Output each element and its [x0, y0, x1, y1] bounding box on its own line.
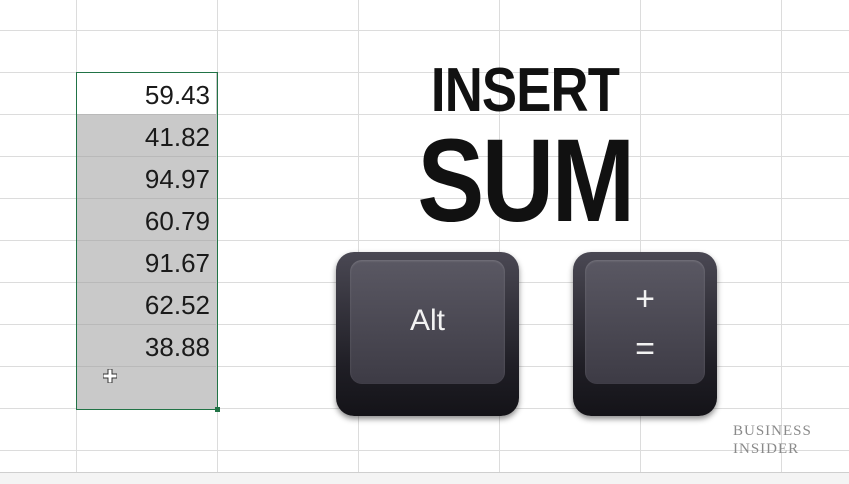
cell-row-6[interactable]: 62.52: [77, 283, 216, 325]
plus-equals-key-top: + =: [585, 260, 705, 384]
alt-key: Alt: [336, 252, 519, 416]
cell-row-3[interactable]: 94.97: [77, 157, 216, 199]
cell-row-5[interactable]: 91.67: [77, 241, 216, 283]
sheet-bottom-edge: [0, 472, 849, 484]
cell-row-1[interactable]: 59.43: [77, 73, 216, 115]
title-sum: SUM: [417, 115, 635, 247]
plus-equals-key: + =: [573, 252, 717, 416]
alt-key-label: Alt: [409, 304, 445, 337]
cell-value: 60.79: [144, 206, 210, 236]
cell-row-7[interactable]: 38.88: [77, 325, 216, 367]
cell-value: 94.97: [144, 164, 210, 194]
cell-row-8[interactable]: [77, 367, 216, 409]
alt-key-top: Alt: [350, 260, 505, 384]
cell-cursor-icon: [103, 369, 117, 383]
cell-value: 38.88: [144, 332, 210, 362]
plus-key-label: +: [635, 280, 655, 318]
selected-range[interactable]: 59.43 41.82 94.97 60.79 91.67 62.52 38.8…: [76, 72, 218, 410]
business-insider-logo: BUSINESS INSIDER: [733, 422, 823, 458]
cell-value: 91.67: [144, 248, 210, 278]
cell-value: 41.82: [144, 122, 210, 152]
equals-key-label: =: [635, 330, 655, 368]
cell-value: 59.43: [144, 80, 210, 110]
cell-value: 62.52: [144, 290, 210, 320]
logo-line-1: BUSINESS: [733, 423, 812, 439]
cell-row-4[interactable]: 60.79: [77, 199, 216, 241]
cell-row-2[interactable]: 41.82: [77, 115, 216, 157]
fill-handle-icon[interactable]: [215, 407, 220, 412]
logo-line-2: INSIDER: [733, 441, 800, 457]
